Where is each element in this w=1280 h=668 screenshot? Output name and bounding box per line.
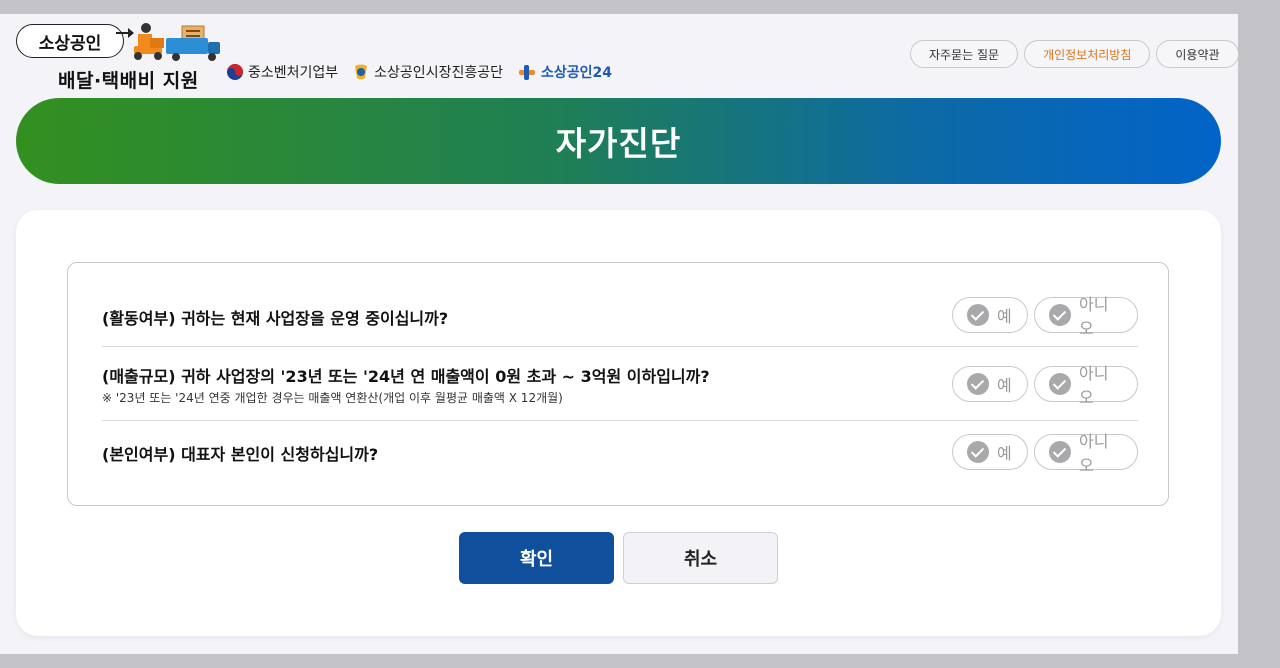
question-text: (본인여부) 대표자 본인이 신청하십니까?	[102, 445, 379, 464]
check-circle-icon	[967, 304, 989, 326]
answer-options: 예 아니오	[952, 295, 1138, 338]
top-links: 자주묻는 질문 개인정보처리방침 이용약관	[910, 40, 1239, 68]
answer-no-button[interactable]: 아니오	[1034, 295, 1138, 338]
answer-label: 예	[997, 376, 1012, 395]
page: 소상공인 배달·택배비 지원 중소벤처기업부 소상공인시장진흥공단 소상공인24…	[0, 14, 1239, 654]
question-list: (활동여부) 귀하는 현재 사업장을 운영 중이십니까? 예 아니오 (매출규모…	[67, 262, 1169, 506]
check-circle-icon	[967, 441, 989, 463]
check-circle-icon	[1049, 304, 1071, 326]
faq-link[interactable]: 자주묻는 질문	[910, 40, 1019, 68]
org-logos: 중소벤처기업부 소상공인시장진흥공단 소상공인24	[226, 62, 612, 82]
answer-options: 예 아니오	[952, 364, 1138, 407]
check-circle-icon	[967, 373, 989, 395]
question-row: (본인여부) 대표자 본인이 신청하십니까? 예 아니오	[102, 421, 1138, 483]
question-text: (매출규모) 귀하 사업장의 '23년 또는 '24년 연 매출액이 0원 초과…	[102, 367, 710, 386]
answer-label: 예	[997, 307, 1012, 326]
answer-options: 예 아니오	[952, 432, 1138, 475]
answer-label: 아니오	[1079, 364, 1109, 407]
cancel-button[interactable]: 취소	[623, 532, 778, 584]
question-row: (활동여부) 귀하는 현재 사업장을 운영 중이십니까? 예 아니오	[102, 291, 1138, 347]
delivery-truck-icon	[134, 23, 220, 61]
confirm-button[interactable]: 확인	[459, 532, 614, 584]
check-circle-icon	[1049, 441, 1071, 463]
answer-yes-button[interactable]: 예	[952, 297, 1028, 333]
answer-label: 예	[997, 444, 1012, 463]
answer-no-button[interactable]: 아니오	[1034, 432, 1138, 475]
answer-no-button[interactable]: 아니오	[1034, 364, 1138, 407]
org-mss[interactable]: 중소벤처기업부	[226, 62, 338, 82]
org-semas[interactable]: 소상공인시장진흥공단	[352, 62, 503, 82]
org-label: 소상공인24	[540, 65, 612, 81]
answer-yes-button[interactable]: 예	[952, 434, 1028, 470]
sbiz24-logo-icon	[518, 65, 535, 80]
self-check-card: (활동여부) 귀하는 현재 사업장을 운영 중이십니까? 예 아니오 (매출규모…	[16, 210, 1221, 636]
question-row: (매출규모) 귀하 사업장의 '23년 또는 '24년 연 매출액이 0원 초과…	[102, 347, 1138, 421]
org-sbiz24[interactable]: 소상공인24	[517, 62, 612, 82]
taegeuk-icon	[227, 64, 243, 80]
terms-link[interactable]: 이용약관	[1156, 40, 1239, 68]
semas-logo-icon	[355, 64, 368, 80]
logo-title: 소상공인	[16, 24, 124, 58]
question-text: (활동여부) 귀하는 현재 사업장을 운영 중이십니까?	[102, 309, 449, 328]
check-circle-icon	[1049, 373, 1071, 395]
org-label: 소상공인시장진흥공단	[374, 65, 503, 81]
answer-yes-button[interactable]: 예	[952, 366, 1028, 402]
question-note: ※ '23년 또는 '24년 연중 개업한 경우는 매출액 연환산(개업 이후 …	[102, 391, 563, 405]
page-title-banner: 자가진단	[16, 98, 1221, 184]
privacy-policy-link[interactable]: 개인정보처리방침	[1024, 40, 1151, 68]
logo-subtitle: 배달·택배비 지원	[58, 70, 199, 92]
answer-label: 아니오	[1079, 432, 1109, 475]
answer-label: 아니오	[1079, 295, 1109, 338]
org-label: 중소벤처기업부	[248, 65, 339, 81]
